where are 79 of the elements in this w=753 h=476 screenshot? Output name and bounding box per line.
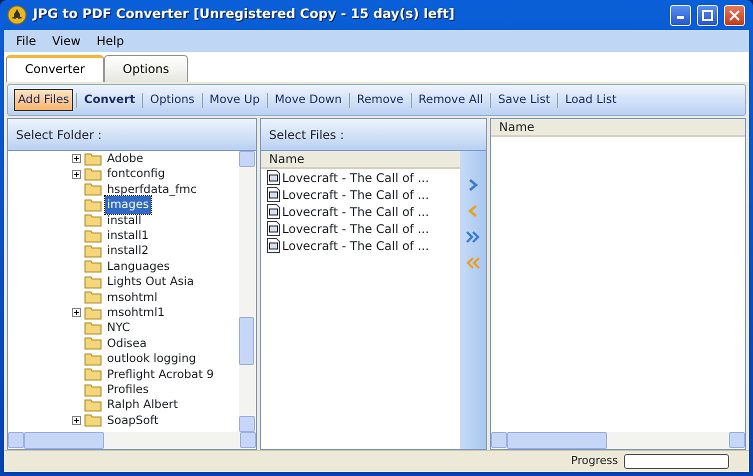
column-header[interactable]: Name	[491, 119, 745, 137]
tree-item[interactable]: msohtml	[8, 290, 239, 305]
folder-icon	[84, 213, 102, 228]
expand-icon[interactable]	[72, 154, 81, 164]
folder-icon	[84, 320, 102, 335]
tree-item[interactable]: hsperfdata_fmc	[8, 182, 239, 198]
folder-icon	[84, 244, 102, 258]
close-button[interactable]	[724, 4, 745, 26]
tree-item[interactable]: fontconfig	[8, 166, 239, 182]
file-name[interactable]: Lovecraft - The Call of ...	[282, 168, 430, 186]
folder-icon	[84, 382, 102, 397]
tree-item[interactable]: Languages	[8, 258, 239, 274]
folder-icon	[84, 413, 102, 428]
file-name[interactable]: Lovecraft - The Call of ...	[282, 236, 430, 254]
folder-icon	[84, 198, 102, 212]
expand-icon[interactable]	[72, 170, 81, 179]
folder-icon	[84, 228, 102, 243]
toolbar-button[interactable]: Load List	[561, 89, 620, 111]
toolbar-button[interactable]: Remove	[352, 89, 408, 111]
tab[interactable]: Options	[104, 55, 188, 82]
expand-icon[interactable]	[72, 416, 81, 425]
expand-icon[interactable]	[72, 308, 81, 318]
tree-item[interactable]: SoapSoft	[8, 412, 239, 428]
menu-item[interactable]: View	[44, 32, 89, 50]
panel-header: Select Files :	[261, 119, 486, 151]
tree-item[interactable]: Adobe	[8, 151, 239, 166]
image-file-icon	[267, 170, 280, 185]
folder-icon	[84, 274, 102, 289]
tree-item[interactable]: install	[8, 212, 239, 228]
tree-item[interactable]: Preflight Acrobat 9	[8, 366, 239, 382]
vertical-scrollbar[interactable]	[239, 151, 256, 432]
folder-icon	[84, 182, 102, 196]
folder-icon	[84, 367, 102, 382]
toolbar-button[interactable]: Remove All	[414, 89, 488, 111]
toolbar-button[interactable]: Add Files	[14, 89, 74, 111]
folder-icon	[84, 336, 102, 350]
tree-item[interactable]: NYC	[8, 320, 239, 336]
add-all-arrow-icon[interactable]	[465, 231, 481, 243]
toolbar-button[interactable]: Convert	[80, 89, 140, 111]
file-name[interactable]: Lovecraft - The Call of ...	[282, 202, 430, 220]
window-title: JPG to PDF Converter [Unregistered Copy - 15 day(s) left]	[33, 6, 455, 24]
folder-icon	[84, 259, 102, 274]
progress-label: Progress	[571, 453, 618, 470]
horizontal-scrollbar[interactable]	[491, 432, 745, 449]
folder-icon	[84, 290, 102, 304]
tree-item[interactable]: install1	[8, 228, 239, 244]
folder-icon	[84, 398, 102, 412]
file-name[interactable]: Lovecraft - The Call of ...	[282, 186, 430, 204]
tree-item[interactable]: images	[8, 197, 239, 213]
menu-item[interactable]: Help	[88, 32, 132, 50]
maximize-button[interactable]	[697, 4, 718, 26]
minimize-button[interactable]	[670, 4, 691, 26]
toolbar-button[interactable]: Options	[146, 89, 199, 111]
panel-header: Select Folder :	[8, 119, 256, 151]
menu-item[interactable]: File	[8, 32, 44, 50]
image-file-icon	[267, 187, 280, 202]
tree-item[interactable]: outlook logging	[8, 351, 239, 366]
app-icon	[7, 5, 27, 25]
tree-item[interactable]: Profiles	[8, 382, 239, 398]
tree-item[interactable]: Ralph Albert	[8, 397, 239, 413]
tab[interactable]: Converter	[6, 55, 104, 82]
toolbar-button[interactable]: Move Up	[206, 89, 264, 111]
toolbar-button[interactable]: Move Down	[270, 89, 346, 111]
tree-item[interactable]: Lights Out Asia	[8, 274, 239, 290]
image-file-icon	[267, 204, 280, 219]
image-file-icon	[267, 221, 280, 236]
tree-item[interactable]: Odisea	[8, 336, 239, 352]
tree-item[interactable]: msohtml1	[8, 304, 239, 320]
close-icon	[729, 10, 740, 20]
image-file-icon	[267, 238, 280, 253]
maximize-icon	[702, 10, 713, 20]
folder-icon	[84, 352, 102, 366]
folder-icon	[84, 306, 102, 320]
file-name[interactable]: Lovecraft - The Call of ...	[282, 220, 430, 238]
tree-item[interactable]: install2	[8, 243, 239, 259]
folder-icon	[84, 167, 102, 182]
toolbar-button[interactable]: Save List	[494, 89, 554, 111]
horizontal-scrollbar[interactable]	[8, 432, 256, 449]
column-header[interactable]: Name	[261, 151, 460, 169]
